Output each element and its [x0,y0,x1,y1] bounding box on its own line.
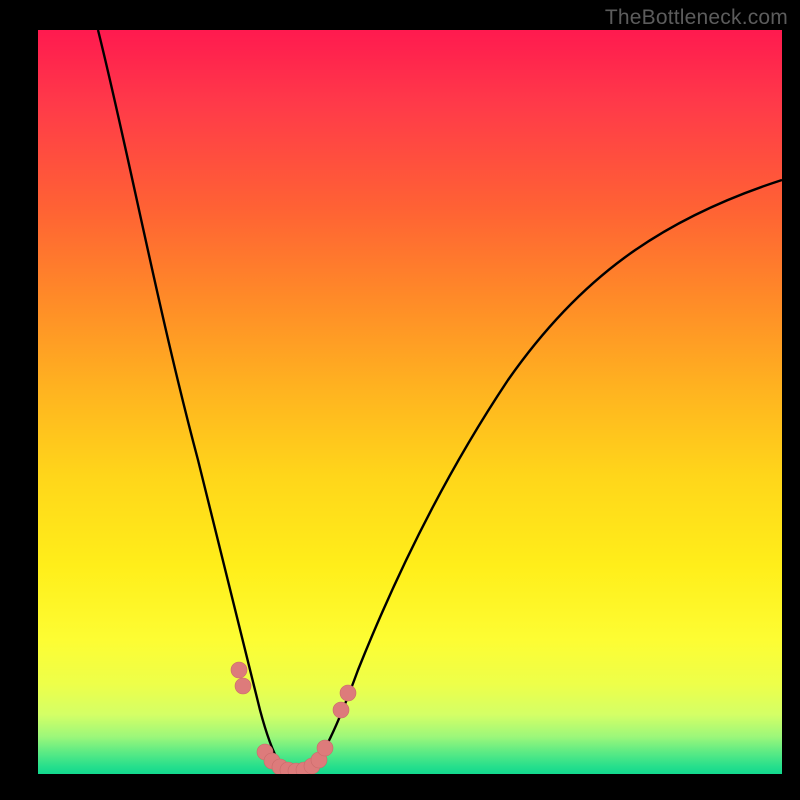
dot-cluster [231,662,356,774]
chart-frame: TheBottleneck.com [0,0,800,800]
chart-svg [38,30,782,774]
curve-left [98,30,284,770]
watermark-text: TheBottleneck.com [605,6,788,30]
curve-right [310,180,782,770]
chart-plot-area [38,30,782,774]
